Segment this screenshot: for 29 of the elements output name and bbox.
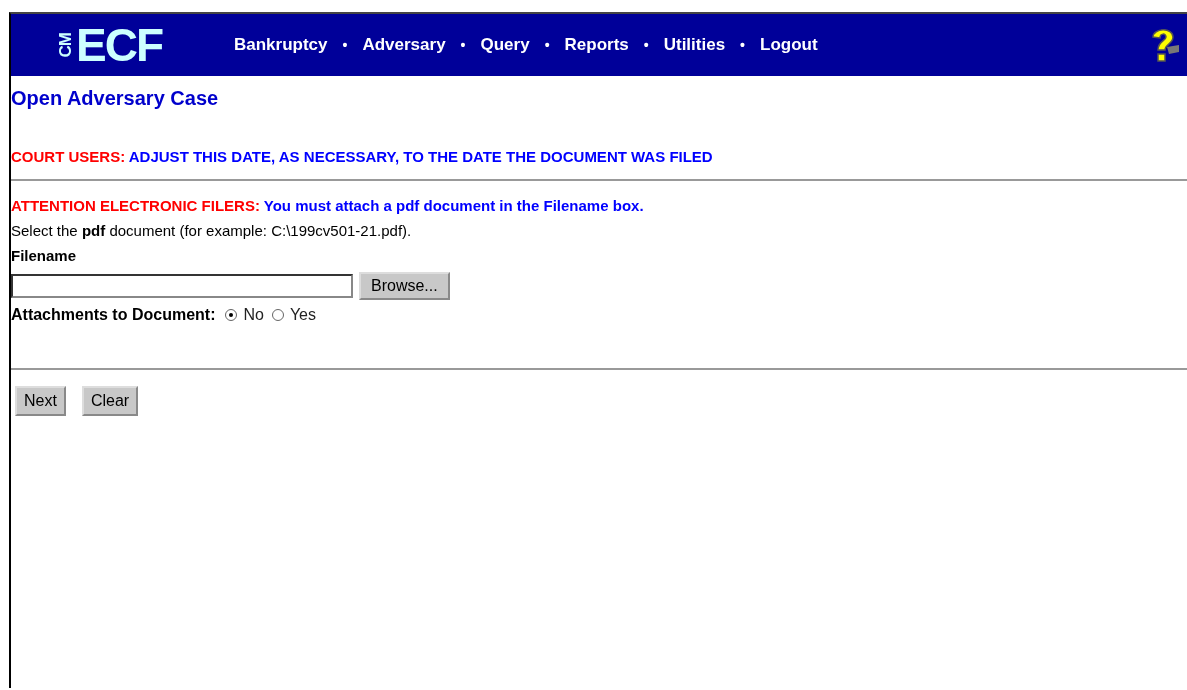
radio-label: No — [243, 306, 264, 324]
menu-separator: • — [544, 37, 550, 53]
menu-link[interactable]: Reports — [564, 35, 629, 55]
menu-separator: • — [460, 37, 466, 53]
notice-text: You must attach a pdf document in the Filename box. — [262, 197, 644, 214]
menu-link[interactable]: Utilities — [663, 35, 726, 55]
browse-button[interactable]: Browse... — [359, 272, 450, 300]
menu-link[interactable]: Query — [480, 35, 530, 55]
instruction-text: Select the pdf document (for example: C:\199cv501-21.pdf). — [11, 222, 413, 239]
radio-button[interactable] — [225, 309, 238, 321]
menu-link[interactable]: Adversary — [362, 35, 446, 55]
radio-button[interactable] — [271, 309, 284, 321]
notice-text: ADJUST THIS DATE, AS NECESSARY, TO THE DATE THE DOCUMENT WAS FILED — [127, 148, 713, 165]
form-button[interactable]: Next — [15, 386, 66, 416]
logo-text: CM — [57, 32, 74, 58]
menu-link[interactable]: Bankruptcy — [234, 35, 328, 55]
notice-label: ATTENTION ELECTRONIC FILERS: — [11, 197, 260, 214]
menu-separator: • — [643, 37, 649, 53]
field-label: Filename — [11, 247, 78, 264]
logo-text: ECF — [76, 22, 162, 68]
filename-field[interactable] — [11, 274, 353, 298]
menu-separator: • — [740, 37, 745, 53]
page-title: Open Adversary Case — [11, 87, 220, 110]
radio-label: Yes — [289, 306, 316, 324]
menu-link[interactable]: Logout — [760, 35, 818, 55]
form-button[interactable]: Clear — [81, 386, 139, 416]
field-label: Attachments to Document: — [11, 306, 216, 324]
menu-separator: • — [342, 37, 348, 53]
notice-label: COURT USERS: — [11, 148, 126, 165]
